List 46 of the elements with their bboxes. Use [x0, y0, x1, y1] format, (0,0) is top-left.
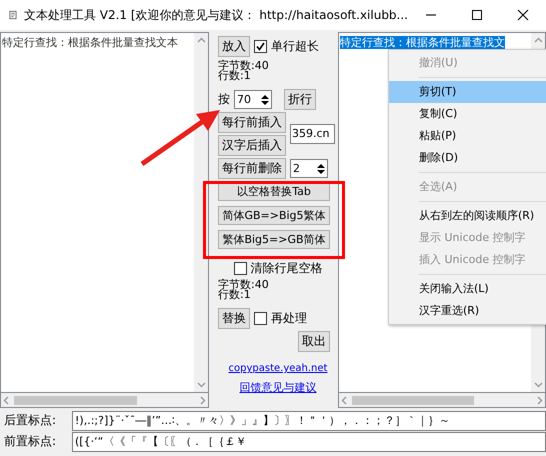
button[interactable]: 汉字后插入 [218, 135, 286, 156]
scroll-thumb[interactable] [352, 396, 474, 404]
checkbox[interactable] [234, 262, 246, 275]
text-area[interactable]: 特定行查找：根据条件批量查找文本 [0, 32, 209, 393]
button[interactable]: 取出 [298, 331, 330, 352]
menu-item[interactable]: 关闭输入法(L) [389, 278, 546, 300]
stat-text: 字节数:40 [218, 61, 270, 71]
menu-item[interactable]: 从右到左的阅读顺序(R) [389, 205, 546, 227]
scroll-thumb[interactable] [14, 396, 137, 404]
stat-text: 行数:1 [218, 71, 252, 81]
button[interactable]: 每行前插入 [218, 112, 286, 133]
input-field[interactable]: 359.cn [290, 124, 335, 144]
spinner-field[interactable]: 2 [290, 159, 328, 178]
menu-item[interactable]: 汉字重选(R) [389, 300, 546, 322]
check-icon [255, 41, 266, 52]
button[interactable]: 放入 [218, 36, 250, 57]
input-field[interactable]: !),.:;?]}¨·ˇˉ―‖’”…∶、。〃々〉》」』】〕〗！＂＇），．：；？］｀｜｝～ [72, 410, 546, 430]
checkbox-label: 单行超长 [271, 38, 319, 55]
horizontal-scrollbar[interactable] [0, 393, 209, 408]
menu-item[interactable]: 粘贴(P) [389, 125, 546, 147]
menu-item[interactable]: 删除(D) [389, 147, 546, 169]
selected-text: 特定行查找：根据条件批量查找文 [340, 36, 505, 49]
button[interactable]: 简体GB=>Big5繁体 [218, 206, 330, 225]
stat-text: 行数:1 [218, 290, 252, 300]
link[interactable]: copypaste.yeah.net [228, 363, 328, 374]
button[interactable]: 每行前删除 [218, 158, 286, 179]
spinner-field[interactable]: 70 [234, 90, 272, 109]
stat-text: 字节数:40 [218, 280, 270, 290]
button[interactable]: 折行 [284, 89, 316, 110]
menu-item[interactable]: 复制(C) [389, 103, 546, 125]
button[interactable]: 繁体Big5=>GB简体 [218, 230, 330, 249]
field-label: 后置标点: [3, 412, 58, 429]
text-content: 特定行查找：根据条件批量查找文本 [2, 36, 178, 49]
horizontal-scrollbar[interactable] [338, 393, 546, 408]
checkbox[interactable] [254, 40, 267, 53]
field-label: 前置标点: [3, 433, 58, 450]
link[interactable]: 回馈意见与建议 [240, 380, 316, 395]
menu-item[interactable]: 剪切(T) [389, 81, 546, 103]
input-field[interactable]: ([{·‘“〈《「『【〔〖（．［｛￡￥ [72, 432, 546, 452]
label: 按 [218, 91, 230, 108]
checkbox-label: 再处理 [271, 310, 307, 327]
vertical-scrollbar[interactable] [194, 33, 208, 392]
button[interactable]: 替换 [218, 308, 250, 329]
window-title: 文本处理工具 V2.1 [欢迎你的意见与建议： http://haitaosoft.xilubb... [24, 6, 408, 24]
checkbox[interactable] [254, 312, 267, 325]
checkbox-label: 清除行尾空格 [250, 260, 322, 277]
